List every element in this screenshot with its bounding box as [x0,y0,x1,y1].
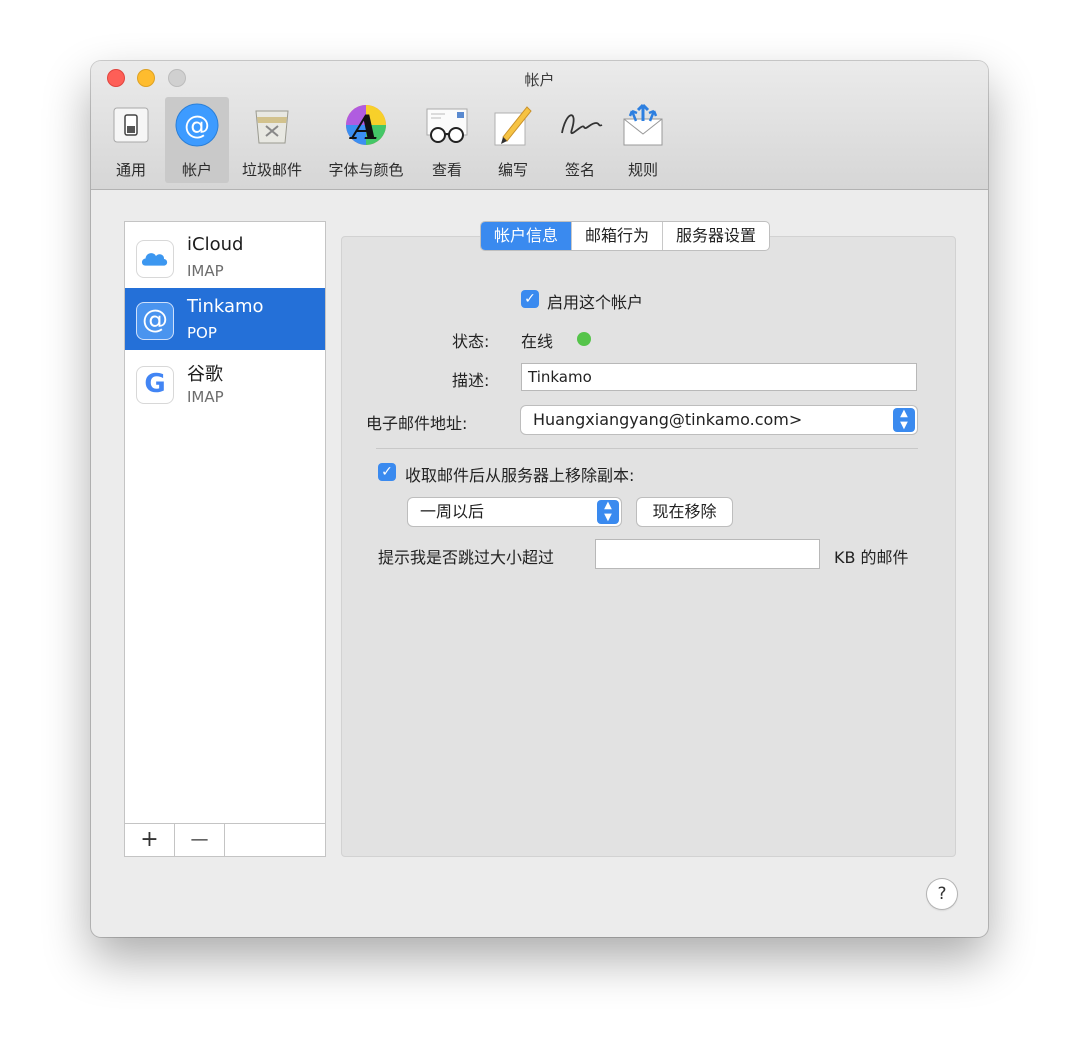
account-item-icloud[interactable]: iCloud IMAP [125,226,325,288]
switch-icon [113,107,149,143]
status-label: 状态: [452,332,490,351]
toolbar-label-fonts: 字体与颜色 [328,161,404,179]
toolbar-label-composing: 编写 [497,161,528,179]
description-label: 描述: [452,371,490,390]
account-name: Tinkamo [187,296,264,317]
size-prompt-label: 提示我是否跳过大小超过 [378,548,555,567]
signature-icon [561,114,603,135]
removal-period-value: 一周以后 [420,502,485,521]
svg-text:A: A [349,108,378,148]
cloud-icon [136,240,174,278]
tab-bar: 帐户信息 邮箱行为 服务器设置 [481,222,770,250]
status-online-indicator [577,332,591,346]
toolbar-junk[interactable]: 垃圾邮件 [233,97,311,183]
removal-period-popup[interactable]: 一周以后 ▲ ▼ [408,498,621,526]
toolbar-label-general: 通用 [115,161,146,179]
description-field[interactable]: Tinkamo [521,363,917,391]
remove-account-button[interactable]: — [175,824,225,856]
account-name: iCloud [187,234,244,255]
font-color-icon: A [346,105,386,148]
account-list-footer: + — [124,823,326,857]
svg-text:@: @ [184,111,210,141]
divider [376,448,918,449]
email-address-label: 电子邮件地址: [366,414,468,433]
remove-copy-label: 收取邮件后从服务器上移除副本: [405,466,635,485]
enable-account-checkbox[interactable]: ✓ [521,290,539,308]
size-unit-label: KB 的邮件 [834,548,909,567]
account-item-google[interactable]: G 谷歌 IMAP [125,352,325,414]
toolbar-label-junk: 垃圾邮件 [241,161,302,179]
toolbar-label-signatures: 签名 [564,161,595,179]
toolbar-viewing[interactable]: 查看 [421,97,473,183]
glasses-icon [426,108,468,143]
status-value: 在线 [521,332,554,351]
pencil-icon [494,106,532,146]
at-sign-icon: @ [175,103,219,147]
account-type: IMAP [187,388,224,406]
email-address-value: Huangxiangyang@tinkamo.com> [533,410,803,429]
remove-now-button[interactable]: 现在移除 [637,498,732,526]
tab-mailbox-behaviors[interactable]: 邮箱行为 [571,222,662,250]
account-type: IMAP [187,262,224,280]
chevron-updown-icon: ▲ ▼ [597,500,619,524]
toolbar-signatures[interactable]: 签名 [552,97,608,183]
toolbar-composing[interactable]: 编写 [487,97,539,183]
add-account-button[interactable]: + [125,824,175,856]
remove-copy-checkbox[interactable]: ✓ [378,463,396,481]
toolbar-label-accounts: 帐户 [181,161,212,179]
toolbar-general[interactable]: 通用 [103,97,159,183]
at-sign-icon: @ [136,302,174,340]
trash-icon [255,110,289,144]
tab-account-info[interactable]: 帐户信息 [481,222,572,250]
preferences-window: 帐户 通用 @ 帐户 垃圾邮件 A 字体与颜色 查看 编写 签名 规则 iClo… [91,61,988,937]
window-title: 帐户 [524,71,555,89]
google-icon: G [136,366,174,404]
toolbar-fonts[interactable]: A 字体与颜色 [319,97,413,183]
toolbar-label-viewing: 查看 [431,161,462,179]
chevron-updown-icon: ▲ ▼ [893,408,915,432]
enable-account-label: 启用这个帐户 [547,293,644,312]
account-item-tinkamo[interactable]: @ Tinkamo POP [125,288,325,350]
help-button[interactable]: ? [927,879,957,909]
toolbar-label-rules: 规则 [627,161,658,179]
message-size-field[interactable] [595,539,820,569]
account-name: 谷歌 [187,364,223,385]
toolbar-accounts[interactable]: @ 帐户 [165,97,229,183]
toolbar-rules[interactable]: 规则 [617,97,669,183]
titlebar: 帐户 通用 @ 帐户 垃圾邮件 A 字体与颜色 查看 编写 签名 规则 [91,61,988,190]
account-list: iCloud IMAP @ Tinkamo POP G 谷歌 IMAP [124,221,326,857]
account-type: POP [187,324,217,342]
mail-rules-icon [623,103,663,146]
email-address-popup[interactable]: Huangxiangyang@tinkamo.com> ▲ ▼ [521,406,917,434]
tab-server-settings[interactable]: 服务器设置 [662,222,769,250]
